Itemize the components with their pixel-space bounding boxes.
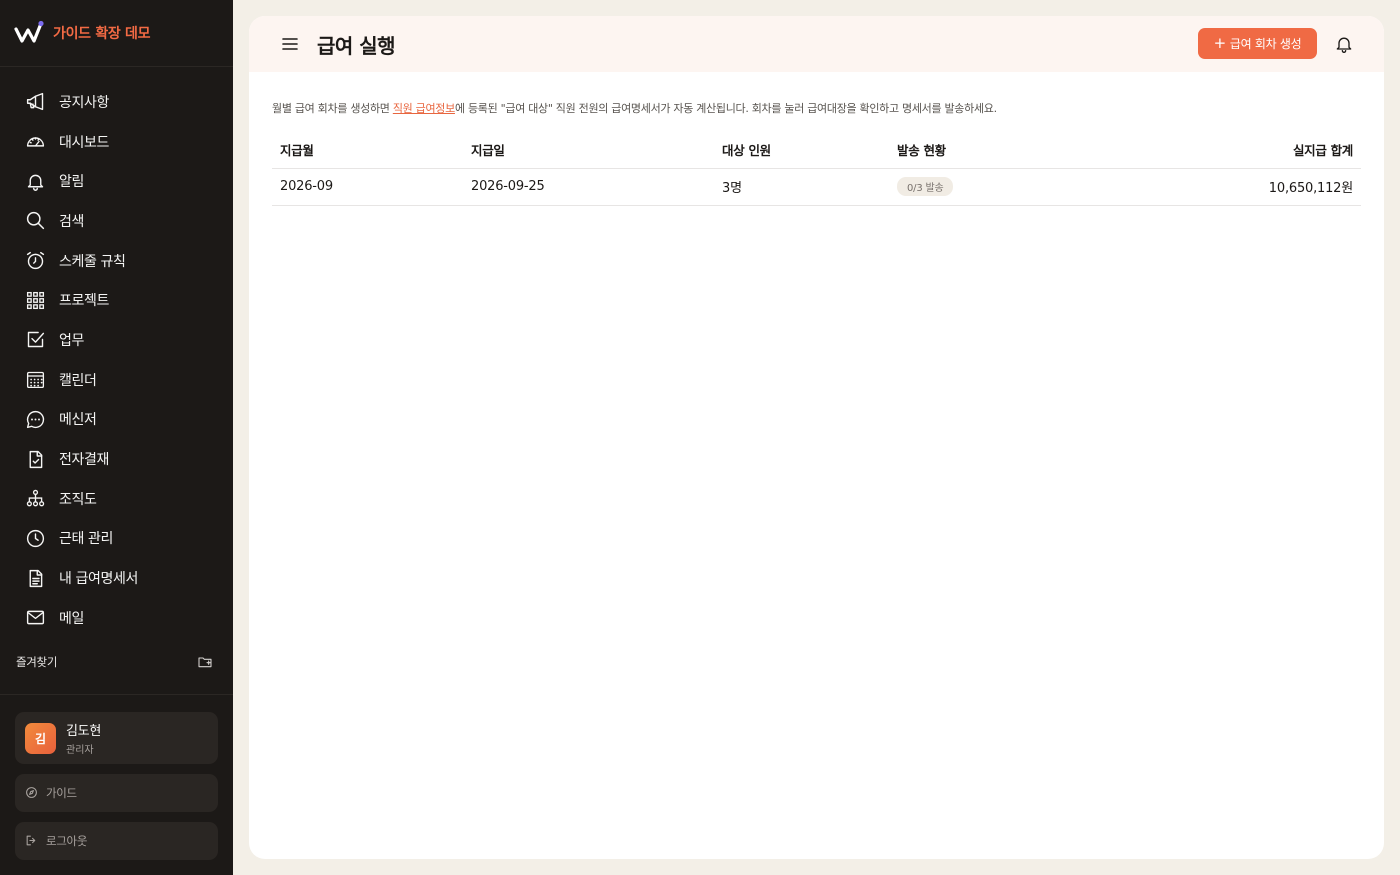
cell-send-status: 0/3 발송 — [889, 168, 1089, 206]
cell-net-total: 10,650,112원 — [1089, 168, 1361, 206]
sidebar-item-label: 전자결재 — [59, 452, 109, 469]
org-chart-icon — [24, 488, 46, 510]
description-text-after: 에 등록된 "급여 대상" 직원 전원의 급여명세서가 자동 계산됩니다. 회차… — [454, 102, 997, 115]
sidebar-item-label: 캘린더 — [59, 372, 97, 389]
plus-icon: + — [1213, 34, 1227, 52]
brand[interactable]: 가이드 확장 데모 — [14, 20, 151, 46]
sidebar-item-messenger[interactable]: 메신저 — [0, 400, 233, 440]
page-title: 급여 실행 — [317, 34, 396, 58]
notification-bell-icon[interactable] — [1334, 34, 1354, 54]
megaphone-icon — [24, 91, 46, 113]
folder-plus-icon[interactable] — [197, 654, 214, 671]
sidebar-item-org-chart[interactable]: 조직도 — [0, 479, 233, 519]
sidebar-item-label: 근태 관리 — [59, 531, 113, 548]
guide-button[interactable]: 가이드 — [15, 774, 218, 812]
sidebar-item-label: 알림 — [59, 174, 84, 191]
w-logo-icon — [14, 20, 44, 43]
sidebar-item-projects[interactable]: 프로젝트 — [0, 280, 233, 320]
column-header-headcount: 대상 인원 — [714, 132, 889, 169]
cell-month: 2026-09 — [272, 168, 463, 206]
create-payroll-round-label: 급여 회차 생성 — [1229, 37, 1302, 51]
logout-icon — [25, 834, 39, 848]
compass-icon — [25, 786, 39, 800]
create-payroll-round-button[interactable]: + 급여 회차 생성 — [1198, 28, 1317, 59]
employee-pay-info-link[interactable]: 직원 급여정보 — [393, 102, 455, 115]
sidebar-nav: 공지사항 대시보드 알림 검색 스케줄 규칙 프로젝트 업무 캘린더 메신저 전… — [0, 82, 233, 638]
sidebar-item-label: 프로젝트 — [59, 293, 109, 310]
mail-icon — [24, 607, 46, 629]
table-header-row: 지급월 지급일 대상 인원 발송 현황 실지급 합계 — [272, 132, 1361, 169]
sidebar-item-label: 대시보드 — [59, 134, 109, 151]
grid-icon — [24, 289, 46, 311]
table-row[interactable]: 2026-09 2026-09-25 3명 0/3 발송 10,650,112원 — [272, 168, 1361, 206]
sidebar-item-approval[interactable]: 전자결재 — [0, 439, 233, 479]
sidebar-divider — [0, 694, 233, 695]
main-panel: 급여 실행 + 급여 회차 생성 월별 급여 회차를 생성하면 직원 급여정보에… — [249, 16, 1384, 859]
favorites-label: 즐겨찾기 — [16, 655, 58, 669]
calendar-icon — [24, 369, 46, 391]
clock-icon — [24, 527, 46, 549]
sidebar: 가이드 확장 데모 공지사항 대시보드 알림 검색 스케줄 규칙 프로젝트 업무… — [0, 0, 233, 875]
sidebar-item-label: 내 급여명세서 — [59, 571, 138, 588]
document-check-icon — [24, 448, 46, 470]
cell-pay-date: 2026-09-25 — [463, 168, 714, 206]
description-text-before: 월별 급여 회차를 생성하면 — [272, 102, 393, 115]
sidebar-item-label: 공지사항 — [59, 94, 109, 111]
sidebar-item-notices[interactable]: 공지사항 — [0, 82, 233, 122]
logout-button[interactable]: 로그아웃 — [15, 822, 218, 860]
sidebar-item-label: 스케줄 규칙 — [59, 253, 126, 270]
status-badge: 0/3 발송 — [897, 177, 954, 196]
search-icon — [24, 210, 46, 232]
cell-headcount: 3명 — [714, 168, 889, 206]
sidebar-item-label: 조직도 — [59, 491, 97, 508]
favorites-section: 즐겨찾기 — [16, 652, 214, 672]
sidebar-item-dashboard[interactable]: 대시보드 — [0, 122, 233, 162]
column-header-net-total: 실지급 합계 — [1089, 132, 1361, 169]
page-description: 월별 급여 회차를 생성하면 직원 급여정보에 등록된 "급여 대상" 직원 전… — [272, 100, 997, 116]
user-role: 관리자 — [66, 745, 94, 756]
document-text-icon — [24, 567, 46, 589]
checkbox-icon — [24, 329, 46, 351]
logout-label: 로그아웃 — [46, 834, 88, 848]
sidebar-item-mail[interactable]: 메일 — [0, 598, 233, 638]
sidebar-item-tasks[interactable]: 업무 — [0, 320, 233, 360]
sidebar-item-label: 업무 — [59, 332, 84, 349]
user-profile-card[interactable]: 김 김도현 관리자 — [15, 712, 218, 764]
column-header-pay-date: 지급일 — [463, 132, 714, 169]
sidebar-item-my-payslips[interactable]: 내 급여명세서 — [0, 558, 233, 598]
column-header-send-status: 발송 현황 — [889, 132, 1089, 169]
sidebar-item-search[interactable]: 검색 — [0, 201, 233, 241]
avatar: 김 — [25, 722, 56, 754]
payroll-rounds-table: 지급월 지급일 대상 인원 발송 현황 실지급 합계 2026-09 2026-… — [272, 132, 1361, 206]
gauge-icon — [24, 131, 46, 153]
app-root: 가이드 확장 데모 공지사항 대시보드 알림 검색 스케줄 규칙 프로젝트 업무… — [0, 0, 1400, 875]
top-bar: 급여 실행 + 급여 회차 생성 — [249, 16, 1384, 72]
sidebar-item-schedule-rules[interactable]: 스케줄 규칙 — [0, 241, 233, 281]
sidebar-item-alerts[interactable]: 알림 — [0, 161, 233, 201]
sidebar-item-label: 메일 — [59, 610, 84, 627]
user-info: 김도현 관리자 — [66, 720, 101, 756]
bell-icon — [24, 170, 46, 192]
sidebar-item-label: 메신저 — [59, 412, 97, 429]
menu-icon[interactable] — [281, 35, 299, 53]
user-name: 김도현 — [66, 724, 101, 739]
guide-label: 가이드 — [46, 786, 77, 800]
brand-name: 가이드 확장 데모 — [53, 26, 151, 42]
column-header-month: 지급월 — [272, 132, 463, 169]
sidebar-item-label: 검색 — [59, 213, 84, 230]
chat-bubble-icon — [24, 408, 46, 430]
sidebar-item-attendance[interactable]: 근태 관리 — [0, 519, 233, 559]
sidebar-divider — [0, 66, 233, 67]
alarm-clock-icon — [24, 250, 46, 272]
sidebar-item-calendar[interactable]: 캘린더 — [0, 360, 233, 400]
